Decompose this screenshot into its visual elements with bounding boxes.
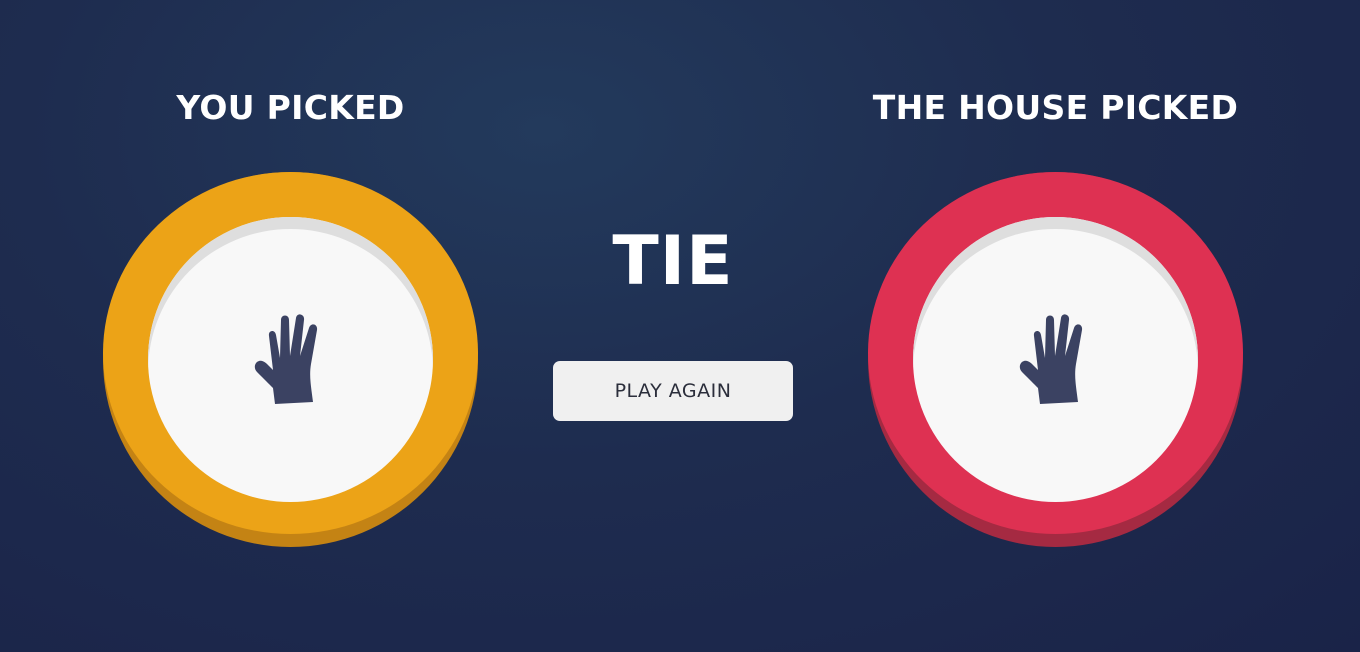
house-token-face — [913, 217, 1198, 502]
player-pick-title: YOU PICKED — [176, 88, 405, 127]
player-token-face — [148, 217, 433, 502]
player-paper-token — [103, 172, 478, 547]
hand-paper-icon — [1018, 313, 1094, 406]
play-again-button[interactable]: PLAY AGAIN — [553, 361, 793, 421]
hand-paper-icon — [253, 313, 329, 406]
house-paper-token — [868, 172, 1243, 547]
house-pick-title: THE HOUSE PICKED — [872, 88, 1239, 127]
result-text: TIE — [612, 222, 734, 301]
